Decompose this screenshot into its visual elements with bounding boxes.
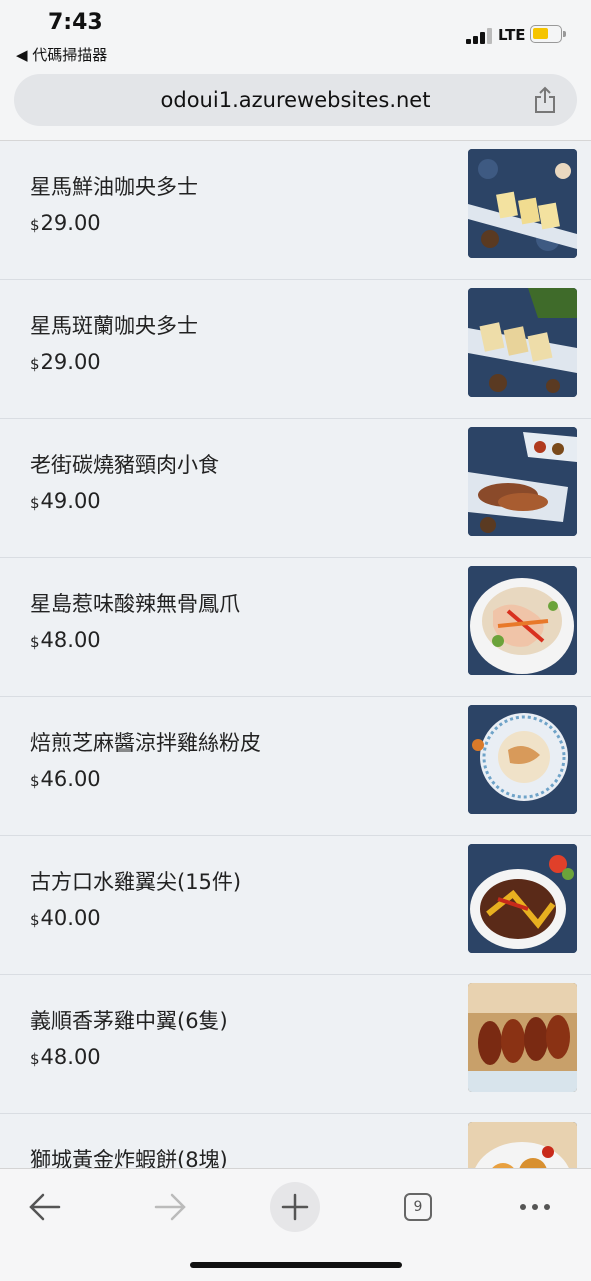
item-name: 老街碳燒豬頸肉小食 (30, 453, 219, 477)
item-photo[interactable] (468, 705, 577, 814)
more-menu-icon[interactable] (505, 1177, 565, 1237)
item-photo[interactable] (468, 844, 577, 953)
back-arrow-icon[interactable] (15, 1177, 75, 1237)
menu-item[interactable]: 星馬斑蘭咖央多士 $29.00 (0, 280, 591, 419)
item-name: 獅城黃金炸蝦餅(8塊) (30, 1148, 228, 1168)
item-price: $49.00 (30, 489, 101, 513)
address-bar-area: odoui1.azurewebsites.net (0, 68, 591, 141)
battery-icon (530, 25, 566, 43)
item-photo[interactable] (468, 288, 577, 397)
item-name: 古方口水雞翼尖(15件) (30, 870, 242, 894)
menu-item[interactable]: 老街碳燒豬頸肉小食 $49.00 (0, 419, 591, 558)
menu-item[interactable]: 焙煎芝麻醬涼拌雞絲粉皮 $46.00 (0, 697, 591, 836)
item-price: $29.00 (30, 350, 101, 374)
item-name: 星島惹味酸辣無骨鳳爪 (30, 592, 240, 616)
network-type: LTE (498, 26, 526, 44)
item-price: $40.00 (30, 906, 101, 930)
item-name: 焙煎芝麻醬涼拌雞絲粉皮 (30, 731, 261, 755)
item-photo[interactable] (468, 566, 577, 675)
item-price: $46.00 (30, 767, 101, 791)
item-price: $48.00 (30, 628, 101, 652)
menu-item[interactable]: 星島惹味酸辣無骨鳳爪 $48.00 (0, 558, 591, 697)
item-name: 星馬斑蘭咖央多士 (30, 314, 198, 338)
menu-item[interactable]: 獅城黃金炸蝦餅(8塊) (0, 1114, 591, 1168)
item-name: 義順香茅雞中翼(6隻) (30, 1009, 228, 1033)
status-bar: 7:43 ◀ 代碼掃描器 LTE (0, 0, 591, 68)
menu-list: 星馬鮮油咖央多士 $29.00 星馬斑蘭咖央多士 $29.00 老街碳燒豬頸肉小… (0, 141, 591, 1168)
item-price: $29.00 (30, 211, 101, 235)
tab-count: 9 (404, 1193, 432, 1221)
address-bar[interactable]: odoui1.azurewebsites.net (14, 74, 577, 126)
url-text[interactable]: odoui1.azurewebsites.net (14, 88, 577, 112)
item-photo[interactable] (468, 427, 577, 536)
item-photo[interactable] (468, 983, 577, 1092)
item-price: $48.00 (30, 1045, 101, 1069)
signal-icon (466, 28, 494, 44)
forward-arrow-icon[interactable] (140, 1177, 200, 1237)
menu-item[interactable]: 星馬鮮油咖央多士 $29.00 (0, 141, 591, 280)
item-name: 星馬鮮油咖央多士 (30, 175, 198, 199)
item-photo[interactable] (468, 149, 577, 258)
new-tab-plus-icon[interactable] (265, 1177, 325, 1237)
item-photo[interactable] (468, 1122, 577, 1168)
menu-item[interactable]: 義順香茅雞中翼(6隻) $48.00 (0, 975, 591, 1114)
home-indicator (190, 1262, 402, 1268)
tab-switcher-button[interactable]: 9 (390, 1177, 450, 1237)
share-icon[interactable] (533, 86, 557, 114)
back-to-app-link[interactable]: ◀ 代碼掃描器 (16, 44, 107, 65)
menu-item[interactable]: 古方口水雞翼尖(15件) $40.00 (0, 836, 591, 975)
clock: 7:43 (48, 10, 103, 35)
